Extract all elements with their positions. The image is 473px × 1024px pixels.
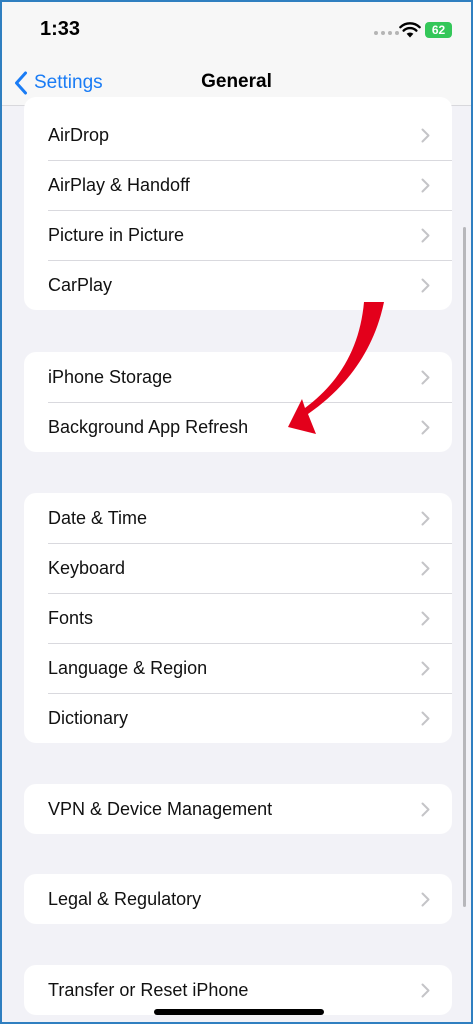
row-label: AirDrop: [48, 124, 110, 145]
row-label: Dictionary: [48, 707, 129, 728]
row-transfer-reset-iphone[interactable]: Transfer or Reset iPhone: [24, 965, 452, 1015]
row-dictionary[interactable]: Dictionary: [24, 693, 452, 743]
row-vpn-device-management[interactable]: VPN & Device Management: [24, 784, 452, 834]
chevron-right-icon: [421, 983, 430, 998]
chevron-right-icon: [421, 611, 430, 626]
row-background-app-refresh[interactable]: Background App Refresh: [24, 402, 452, 452]
row-label: VPN & Device Management: [48, 798, 273, 819]
status-bar: 1:33 62: [2, 2, 471, 60]
chevron-right-icon: [421, 892, 430, 907]
row-label: Picture in Picture: [48, 224, 185, 245]
row-fonts[interactable]: Fonts: [24, 593, 452, 643]
row-picture-in-picture[interactable]: Picture in Picture: [24, 210, 452, 260]
wifi-icon: [399, 22, 421, 38]
row-language-region[interactable]: Language & Region: [24, 643, 452, 693]
settings-group-legal: Legal & Regulatory: [24, 874, 452, 924]
settings-group-locale: Date & Time Keyboard Fonts Language & Re…: [24, 493, 452, 743]
chevron-right-icon: [421, 278, 430, 293]
row-airplay-handoff[interactable]: AirPlay & Handoff: [24, 160, 452, 210]
row-iphone-storage[interactable]: iPhone Storage: [24, 352, 452, 402]
row-airdrop[interactable]: AirDrop: [24, 97, 452, 160]
row-label: Legal & Regulatory: [48, 888, 202, 909]
row-label: Fonts: [48, 607, 94, 628]
row-label: AirPlay & Handoff: [48, 174, 190, 195]
row-label: Keyboard: [48, 557, 126, 578]
row-label: Date & Time: [48, 507, 148, 528]
chevron-right-icon: [421, 370, 430, 385]
home-indicator[interactable]: [154, 1009, 324, 1015]
row-date-time[interactable]: Date & Time: [24, 493, 452, 543]
row-keyboard[interactable]: Keyboard: [24, 543, 452, 593]
chevron-right-icon: [421, 661, 430, 676]
settings-group-sharing: AirDrop AirPlay & Handoff Picture in Pic…: [24, 97, 452, 310]
chevron-right-icon: [421, 178, 430, 193]
row-carplay[interactable]: CarPlay: [24, 260, 452, 310]
battery-indicator: 62: [425, 22, 452, 38]
chevron-right-icon: [421, 128, 430, 143]
chevron-right-icon: [421, 802, 430, 817]
chevron-right-icon: [421, 228, 430, 243]
status-time: 1:33: [40, 18, 81, 40]
chevron-right-icon: [421, 711, 430, 726]
row-label: CarPlay: [48, 274, 113, 295]
row-label: Background App Refresh: [48, 416, 249, 437]
row-label: iPhone Storage: [48, 366, 173, 387]
page-title: General: [201, 71, 272, 92]
row-legal-regulatory[interactable]: Legal & Regulatory: [24, 874, 452, 924]
settings-group-storage: iPhone Storage Background App Refresh: [24, 352, 452, 452]
cellular-signal-icon: [374, 31, 399, 35]
settings-general-screen: 1:33 62 Settings General AirDrop AirPlay…: [0, 0, 473, 1024]
chevron-right-icon: [421, 420, 430, 435]
row-label: Language & Region: [48, 657, 208, 678]
chevron-right-icon: [421, 511, 430, 526]
row-label: Transfer or Reset iPhone: [48, 979, 249, 1000]
chevron-right-icon: [421, 561, 430, 576]
settings-group-reset: Transfer or Reset iPhone: [24, 965, 452, 1015]
battery-level: 62: [431, 23, 446, 37]
scrollbar[interactable]: [463, 227, 466, 907]
settings-group-vpn: VPN & Device Management: [24, 784, 452, 834]
